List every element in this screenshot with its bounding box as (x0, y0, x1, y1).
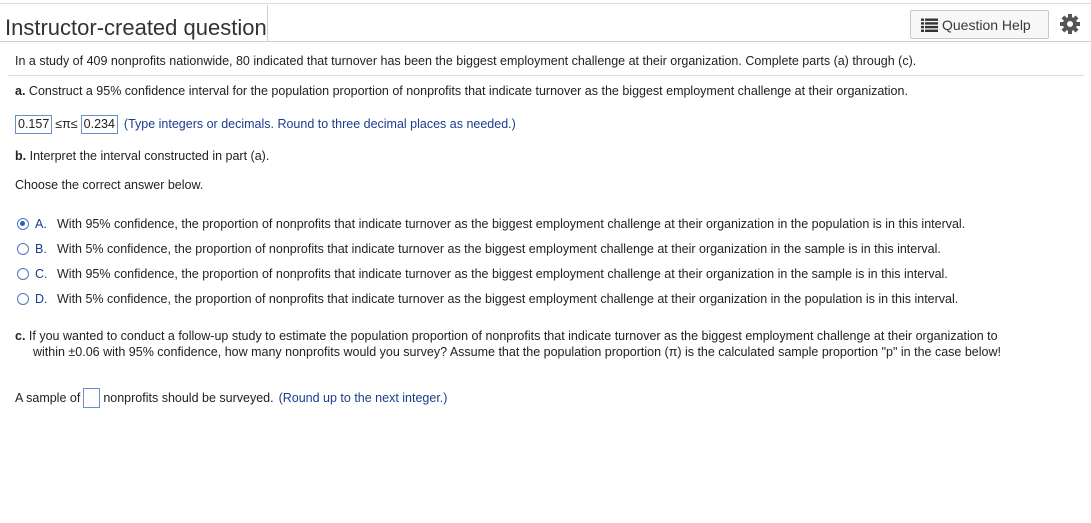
part-a-answer-row: 0.157 ≤π≤ 0.234 (Type integers or decima… (15, 114, 516, 134)
part-c-text-line2: within ±0.06 with 95% confidence, how ma… (33, 345, 1001, 359)
option-d-text: With 5% confidence, the proportion of no… (57, 292, 959, 306)
option-d-letter: D. (35, 292, 48, 306)
header-divider (0, 41, 1091, 42)
inequality-symbols: ≤π≤ (55, 117, 78, 131)
sample-suffix: nonprofits should be surveyed. (103, 391, 274, 405)
part-a-label: a. (15, 84, 26, 98)
option-a-text: With 95% confidence, the proportion of n… (57, 217, 966, 231)
option-d[interactable]: D. With 5% confidence, the proportion of… (17, 290, 958, 308)
option-c-letter: C. (35, 267, 48, 281)
part-b-label: b. (15, 149, 27, 163)
part-c-instruction: c. If you wanted to conduct a follow-up … (15, 329, 998, 343)
title-panel: Instructor-created question (0, 5, 268, 41)
sample-size-input[interactable] (83, 388, 101, 408)
choose-prompt: Choose the correct answer below. (15, 178, 204, 192)
radio-d[interactable] (17, 293, 29, 305)
top-rule (0, 3, 1091, 4)
gear-icon[interactable] (1059, 13, 1081, 35)
option-c[interactable]: C. With 95% confidence, the proportion o… (17, 265, 948, 283)
part-a-text: Construct a 95% confidence interval for … (28, 84, 908, 98)
option-a-letter: A. (35, 217, 47, 231)
option-a[interactable]: A. With 95% confidence, the proportion o… (17, 215, 965, 233)
section-divider (8, 75, 1084, 76)
question-intro: In a study of 409 nonprofits nationwide,… (15, 54, 917, 68)
part-c-label: c. (15, 329, 26, 343)
upper-bound-input[interactable]: 0.234 (80, 114, 118, 134)
part-a-instruction: a. Construct a 95% confidence interval f… (15, 84, 908, 98)
radio-c[interactable] (17, 268, 29, 280)
part-c-note: (Round up to the next integer.) (278, 391, 448, 405)
question-help-label: Question Help (942, 16, 1031, 33)
option-b-letter: B. (35, 242, 47, 256)
option-b-text: With 5% confidence, the proportion of no… (57, 242, 941, 256)
radio-b[interactable] (17, 243, 29, 255)
part-c-answer-row: A sample of nonprofits should be surveye… (15, 387, 447, 409)
part-b-text: Interpret the interval constructed in pa… (29, 149, 270, 163)
option-c-text: With 95% confidence, the proportion of n… (57, 267, 948, 281)
option-b[interactable]: B. With 5% confidence, the proportion of… (17, 240, 941, 258)
part-a-note: (Type integers or decimals. Round to thr… (123, 117, 516, 131)
page-title: Instructor-created question (5, 15, 267, 40)
lower-bound-input[interactable]: 0.157 (15, 114, 53, 134)
question-help-button[interactable]: Question Help (910, 10, 1049, 39)
part-c-text-line1: If you wanted to conduct a follow-up stu… (28, 329, 998, 343)
radio-a[interactable] (17, 218, 29, 230)
part-b-instruction: b. Interpret the interval constructed in… (15, 149, 269, 163)
list-icon (921, 18, 938, 32)
sample-prefix: A sample of (15, 391, 81, 405)
